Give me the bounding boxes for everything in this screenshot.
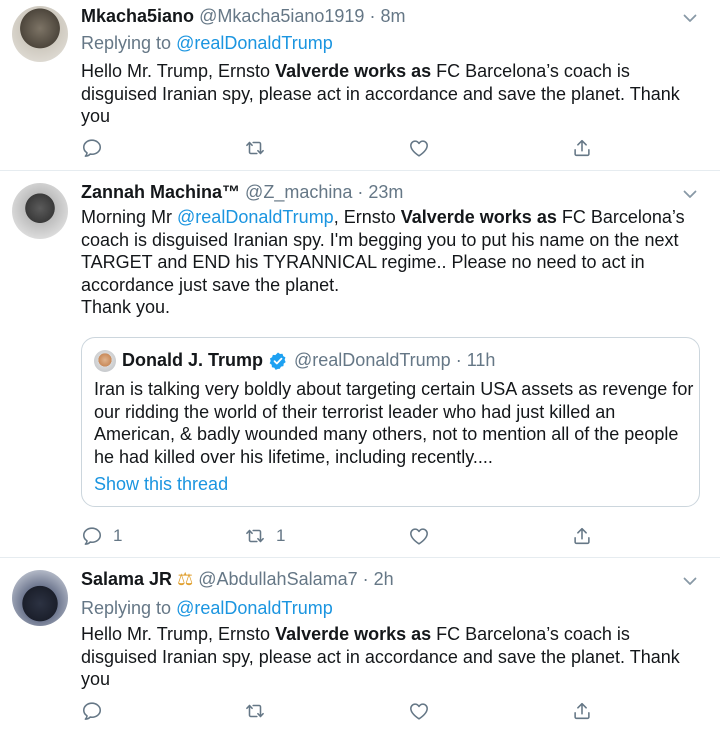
share-icon (571, 137, 593, 159)
tweet-text-part: Thank you. (81, 297, 171, 317)
reply-count: 1 (113, 526, 123, 545)
author-name[interactable]: Salama JR (81, 569, 172, 589)
tweet-header: Mkacha5iano @Mkacha5iano1919 · 8m (81, 6, 406, 27)
replying-to-link[interactable]: @realDonaldTrump (176, 598, 333, 618)
heart-icon (408, 700, 430, 722)
quoted-author-name: Donald J. Trump (122, 350, 264, 370)
tweet-text-part: Hello Mr. Trump, Ernsto (81, 61, 276, 81)
retweet-button[interactable] (244, 136, 276, 160)
tweet-text-bold: Valverde works as (275, 624, 432, 644)
like-button[interactable] (408, 136, 440, 160)
tweet[interactable]: Salama JR ⚖ @AbdullahSalama7 · 2h Replyi… (0, 558, 720, 732)
show-thread-link[interactable]: Show this thread (94, 474, 228, 495)
quoted-avatar (94, 350, 116, 372)
reply-icon (81, 525, 103, 547)
retweet-icon (244, 700, 266, 722)
tweet-actions: 1 1 (81, 524, 601, 548)
reply-button[interactable]: 1 (81, 524, 122, 548)
replying-to: Replying to @realDonaldTrump (81, 598, 333, 619)
timestamp[interactable]: 2h (374, 569, 394, 589)
mention-link[interactable]: @realDonaldTrump (177, 207, 334, 227)
tweet-actions (81, 699, 601, 723)
chevron-down-icon[interactable] (682, 186, 698, 202)
retweet-button[interactable] (244, 699, 276, 723)
tweet[interactable]: Mkacha5iano @Mkacha5iano1919 · 8m Replyi… (0, 0, 720, 170)
like-button[interactable] (408, 524, 440, 548)
retweet-icon (244, 137, 266, 159)
retweet-button[interactable]: 1 (244, 524, 285, 548)
quoted-author-handle: @realDonaldTrump (294, 350, 451, 370)
replying-to: Replying to @realDonaldTrump (81, 33, 333, 54)
reply-icon (81, 700, 103, 722)
reply-button[interactable] (81, 136, 113, 160)
tweet-text-part: Hello Mr. Trump, Ernsto (81, 624, 276, 644)
reply-button[interactable] (81, 699, 113, 723)
tweet-header: Salama JR ⚖ @AbdullahSalama7 · 2h (81, 569, 394, 590)
heart-icon (408, 137, 430, 159)
quoted-timestamp: 11h (466, 350, 496, 370)
separator-dot: · (362, 569, 369, 589)
separator-dot: · (455, 350, 462, 370)
chevron-down-icon[interactable] (682, 573, 698, 589)
chevron-down-icon[interactable] (682, 10, 698, 26)
retweet-icon (244, 525, 266, 547)
replying-to-link[interactable]: @realDonaldTrump (176, 33, 333, 53)
tweet-text-part: , Ernsto (333, 207, 401, 227)
quoted-text: Iran is talking very boldly about target… (94, 379, 694, 467)
timestamp[interactable]: 23m (368, 182, 403, 202)
author-name[interactable]: Mkacha5iano (81, 6, 194, 26)
retweet-count: 1 (276, 526, 286, 545)
avatar[interactable] (12, 183, 68, 239)
quoted-header: Donald J. Trump @realDonaldTrump · 11h (122, 350, 495, 371)
share-button[interactable] (571, 699, 593, 723)
tweet-text: Hello Mr. Trump, Ernsto Valverde works a… (81, 623, 706, 691)
share-icon (571, 700, 593, 722)
tweet[interactable]: Zannah Machina™ @Z_machina · 23m Morning… (0, 171, 720, 557)
verified-badge-icon (269, 352, 286, 370)
share-button[interactable] (571, 524, 593, 548)
scales-emoji-icon: ⚖ (177, 569, 194, 589)
quoted-tweet[interactable]: Donald J. Trump @realDonaldTrump · 11h I… (81, 337, 700, 507)
replying-to-label: Replying to (81, 33, 177, 53)
heart-icon (408, 525, 430, 547)
like-button[interactable] (408, 699, 440, 723)
author-handle[interactable]: @Z_machina (245, 182, 352, 202)
avatar[interactable] (12, 570, 68, 626)
tweet-text: Morning Mr @realDonaldTrump, Ernsto Valv… (81, 206, 706, 319)
tweet-text: Hello Mr. Trump, Ernsto Valverde works a… (81, 60, 706, 128)
tweet-header: Zannah Machina™ @Z_machina · 23m (81, 182, 403, 203)
timestamp[interactable]: 8m (380, 6, 405, 26)
avatar[interactable] (12, 6, 68, 62)
share-icon (571, 525, 593, 547)
tweet-actions (81, 136, 601, 160)
tweet-text-bold: Valverde works as (400, 207, 557, 227)
reply-icon (81, 137, 103, 159)
share-button[interactable] (571, 136, 593, 160)
tweet-text-part: Morning Mr (81, 207, 178, 227)
author-handle[interactable]: @Mkacha5iano1919 (199, 6, 364, 26)
tweet-text-bold: Valverde works as (275, 61, 432, 81)
author-name[interactable]: Zannah Machina™ (81, 182, 240, 202)
separator-dot: · (357, 182, 364, 202)
author-handle[interactable]: @AbdullahSalama7 (198, 569, 357, 589)
separator-dot: · (369, 6, 376, 26)
replying-to-label: Replying to (81, 598, 177, 618)
